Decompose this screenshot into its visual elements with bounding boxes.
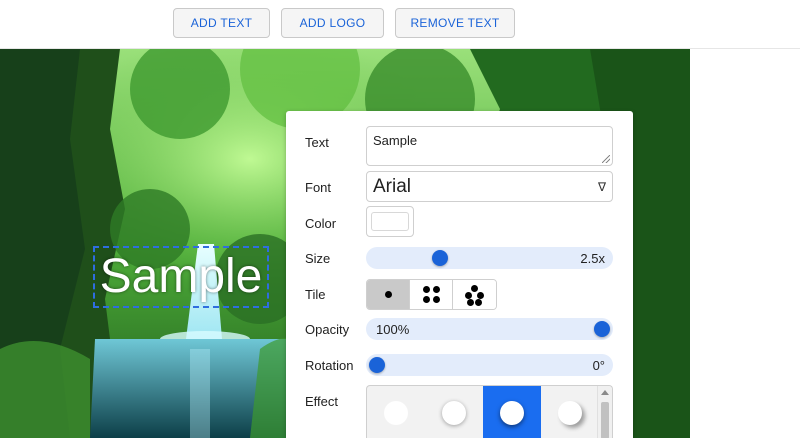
rotation-slider-handle[interactable] xyxy=(369,357,385,373)
dot-icon xyxy=(423,286,430,293)
effect-options xyxy=(366,385,613,438)
opacity-slider[interactable]: 100% xyxy=(366,318,613,340)
effect-flat-button[interactable] xyxy=(367,386,425,438)
tile-five-button[interactable] xyxy=(453,280,496,309)
dot-icon xyxy=(477,292,484,299)
effect-label: Effect xyxy=(305,394,339,409)
effect-offset-shadow-button[interactable] xyxy=(541,386,599,438)
arrow-up-icon[interactable] xyxy=(601,390,609,395)
circle-icon xyxy=(442,400,466,425)
rotation-label: Rotation xyxy=(305,358,354,373)
size-slider[interactable]: 2.5x xyxy=(366,247,613,269)
dot-icon xyxy=(385,291,392,298)
dot-icon xyxy=(471,285,478,292)
circle-icon xyxy=(384,400,408,425)
tile-four-button[interactable] xyxy=(410,280,453,309)
dot-icon xyxy=(475,299,482,306)
effects-scrollbar[interactable] xyxy=(597,386,612,438)
opacity-label: Opacity xyxy=(305,322,350,337)
color-label: Color xyxy=(305,216,337,231)
remove-text-button[interactable]: REMOVE TEXT xyxy=(395,8,515,38)
watermark-selection[interactable]: Sample xyxy=(93,246,269,308)
dot-icon xyxy=(433,296,440,303)
size-label: Size xyxy=(305,251,331,266)
dot-icon xyxy=(467,299,474,306)
scrollbar-thumb[interactable] xyxy=(601,402,609,438)
text-settings-panel: Text Sample Font Arial ∇ Color Size 2.5x… xyxy=(286,111,633,438)
dot-icon xyxy=(465,292,472,299)
text-input[interactable]: Sample xyxy=(366,126,613,166)
tile-options xyxy=(366,279,497,310)
circle-icon xyxy=(558,400,582,425)
size-value: 2.5x xyxy=(580,251,605,266)
effect-shadow-button-selected[interactable] xyxy=(483,386,541,438)
size-slider-handle[interactable] xyxy=(432,250,448,266)
color-picker[interactable] xyxy=(366,206,414,237)
text-label: Text xyxy=(305,135,329,150)
opacity-slider-handle[interactable] xyxy=(594,321,610,337)
font-select-value: Arial xyxy=(373,175,412,197)
color-swatch xyxy=(371,212,409,231)
add-logo-button[interactable]: ADD LOGO xyxy=(281,8,384,38)
dot-icon xyxy=(433,286,440,293)
tile-label: Tile xyxy=(305,287,326,302)
dot-icon xyxy=(423,296,430,303)
rotation-slider[interactable]: 0° xyxy=(366,354,613,376)
effect-soft-shadow-button[interactable] xyxy=(425,386,483,438)
add-text-button[interactable]: ADD TEXT xyxy=(173,8,270,38)
font-select[interactable]: Arial ∇ xyxy=(366,171,613,202)
font-label: Font xyxy=(305,180,332,195)
rotation-value: 0° xyxy=(592,358,605,373)
text-input-value: Sample xyxy=(373,133,418,148)
tile-single-button[interactable] xyxy=(367,280,410,309)
chevron-down-icon: ∇ xyxy=(597,179,606,194)
opacity-value: 100% xyxy=(376,322,410,337)
watermark-text: Sample xyxy=(99,250,263,303)
toolbar: ADD TEXT ADD LOGO REMOVE TEXT xyxy=(0,0,800,49)
resize-handle-icon[interactable] xyxy=(602,155,610,163)
circle-icon xyxy=(500,400,524,425)
